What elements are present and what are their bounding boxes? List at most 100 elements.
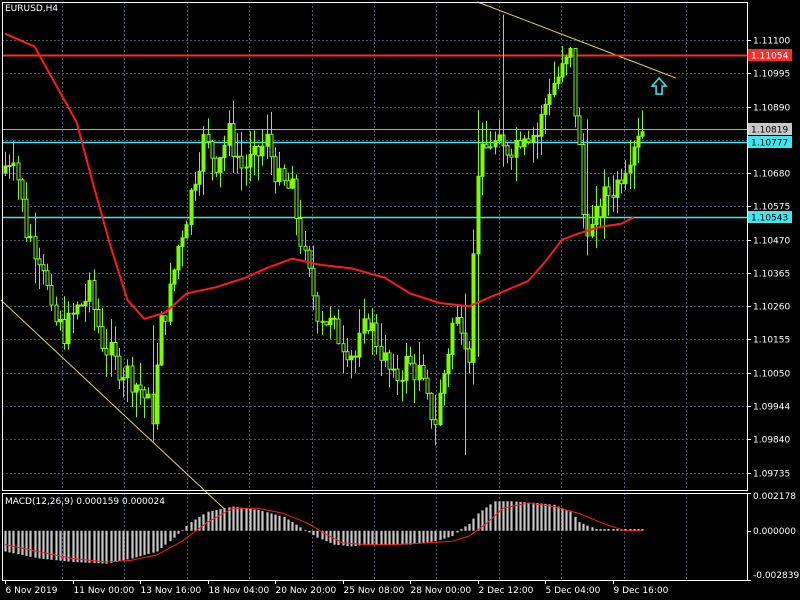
- price-level-label: 1.10819: [751, 126, 788, 136]
- candle-body: [146, 393, 151, 399]
- candle-body: [450, 322, 455, 355]
- candle-body: [269, 133, 274, 158]
- candle-body: [7, 165, 12, 168]
- candle-body: [357, 332, 362, 358]
- candle-body: [193, 183, 198, 191]
- candle-body: [298, 218, 303, 247]
- candle-body: [488, 146, 493, 149]
- candle-body: [28, 235, 33, 239]
- candle-body: [374, 322, 379, 347]
- candle-body: [104, 348, 109, 356]
- candle-body: [134, 384, 139, 393]
- candle-body: [159, 315, 164, 366]
- price-level-label: 1.11054: [751, 52, 788, 62]
- time-tick-label: 6 Nov 2019: [6, 586, 58, 596]
- candle-body: [311, 267, 316, 297]
- chart-canvas[interactable]: 1.111001.109951.108901.107851.106801.105…: [0, 0, 800, 600]
- candle-body: [552, 82, 557, 96]
- candle-body: [58, 319, 63, 323]
- macd-tick-label: -0.002839: [753, 571, 799, 581]
- candle-body: [353, 355, 358, 358]
- candle-body: [41, 264, 46, 272]
- candle-body: [222, 144, 227, 159]
- candle-body: [113, 341, 118, 357]
- candle-body: [336, 318, 341, 345]
- candle-body: [130, 365, 135, 393]
- candle-body: [206, 134, 211, 143]
- price-tick-label: 1.11100: [753, 37, 790, 47]
- price-tick-label: 1.10050: [753, 370, 790, 380]
- candle-body: [71, 312, 76, 315]
- time-tick-label: 20 Nov 20:00: [276, 586, 337, 596]
- price-level-label: 1.10777: [751, 139, 788, 149]
- candle-body: [277, 168, 282, 183]
- candle-body: [459, 316, 464, 334]
- candle-body: [201, 134, 206, 172]
- candle-body: [370, 322, 375, 332]
- candle-body: [33, 235, 38, 260]
- candle-body: [79, 304, 84, 307]
- candle-body: [611, 195, 616, 198]
- candle-body: [324, 321, 329, 326]
- candle-body: [332, 317, 337, 320]
- candle-body: [20, 179, 25, 200]
- candle-body: [560, 63, 565, 78]
- candle-body: [345, 351, 350, 361]
- candle-body: [379, 345, 384, 361]
- candle-body: [244, 166, 249, 169]
- candle-body: [366, 318, 371, 332]
- candle-body: [138, 384, 143, 391]
- candle-body: [66, 312, 71, 345]
- candle-body: [3, 165, 8, 174]
- candle-body: [429, 392, 434, 421]
- candle-body: [408, 355, 413, 364]
- candle-body: [383, 352, 388, 361]
- candle-body: [421, 365, 426, 379]
- candle-body: [400, 379, 405, 382]
- candle-body: [539, 113, 544, 137]
- candle-body: [239, 155, 244, 169]
- candle-body: [623, 172, 628, 185]
- candle-body: [543, 103, 548, 115]
- candle-body: [391, 368, 396, 371]
- candle-body: [412, 362, 417, 381]
- candle-body: [531, 134, 536, 143]
- time-tick-label: 5 Dec 04:00: [546, 586, 601, 596]
- candle-body: [438, 392, 443, 426]
- symbol-label: EURUSD,H4: [5, 4, 58, 14]
- candle-body: [155, 364, 160, 425]
- candle-body: [628, 164, 633, 174]
- candle-body: [256, 145, 261, 157]
- candle-body: [433, 419, 438, 426]
- candle-body: [455, 316, 460, 324]
- candle-body: [442, 373, 447, 394]
- candle-body: [602, 186, 607, 218]
- candle-body: [49, 284, 54, 306]
- price-tick-label: 1.10260: [753, 303, 790, 313]
- time-tick-label: 28 Nov 00:00: [411, 586, 472, 596]
- candle-body: [163, 315, 168, 322]
- time-tick-label: 11 Nov 00:00: [74, 586, 135, 596]
- candle-body: [265, 133, 270, 147]
- price-tick-label: 1.09840: [753, 436, 790, 446]
- candle-body: [125, 365, 130, 379]
- candle-body: [636, 135, 641, 148]
- candle-body: [522, 138, 527, 148]
- candle-body: [273, 156, 278, 183]
- candle-body: [564, 56, 569, 65]
- candle-body: [640, 131, 645, 137]
- candle-body: [252, 145, 257, 155]
- candle-body: [425, 377, 430, 394]
- candle-body: [526, 138, 531, 143]
- candle-body: [92, 280, 97, 310]
- candle-body: [235, 155, 240, 158]
- candle-body: [320, 320, 325, 323]
- candle-body: [83, 300, 88, 307]
- candle-body: [514, 140, 519, 158]
- candle-body: [54, 304, 59, 323]
- candle-body: [282, 168, 287, 182]
- candle-body: [349, 355, 354, 361]
- candle-body: [387, 352, 392, 370]
- candle-body: [471, 253, 476, 363]
- time-tick-label: 9 Dec 16:00: [614, 586, 669, 596]
